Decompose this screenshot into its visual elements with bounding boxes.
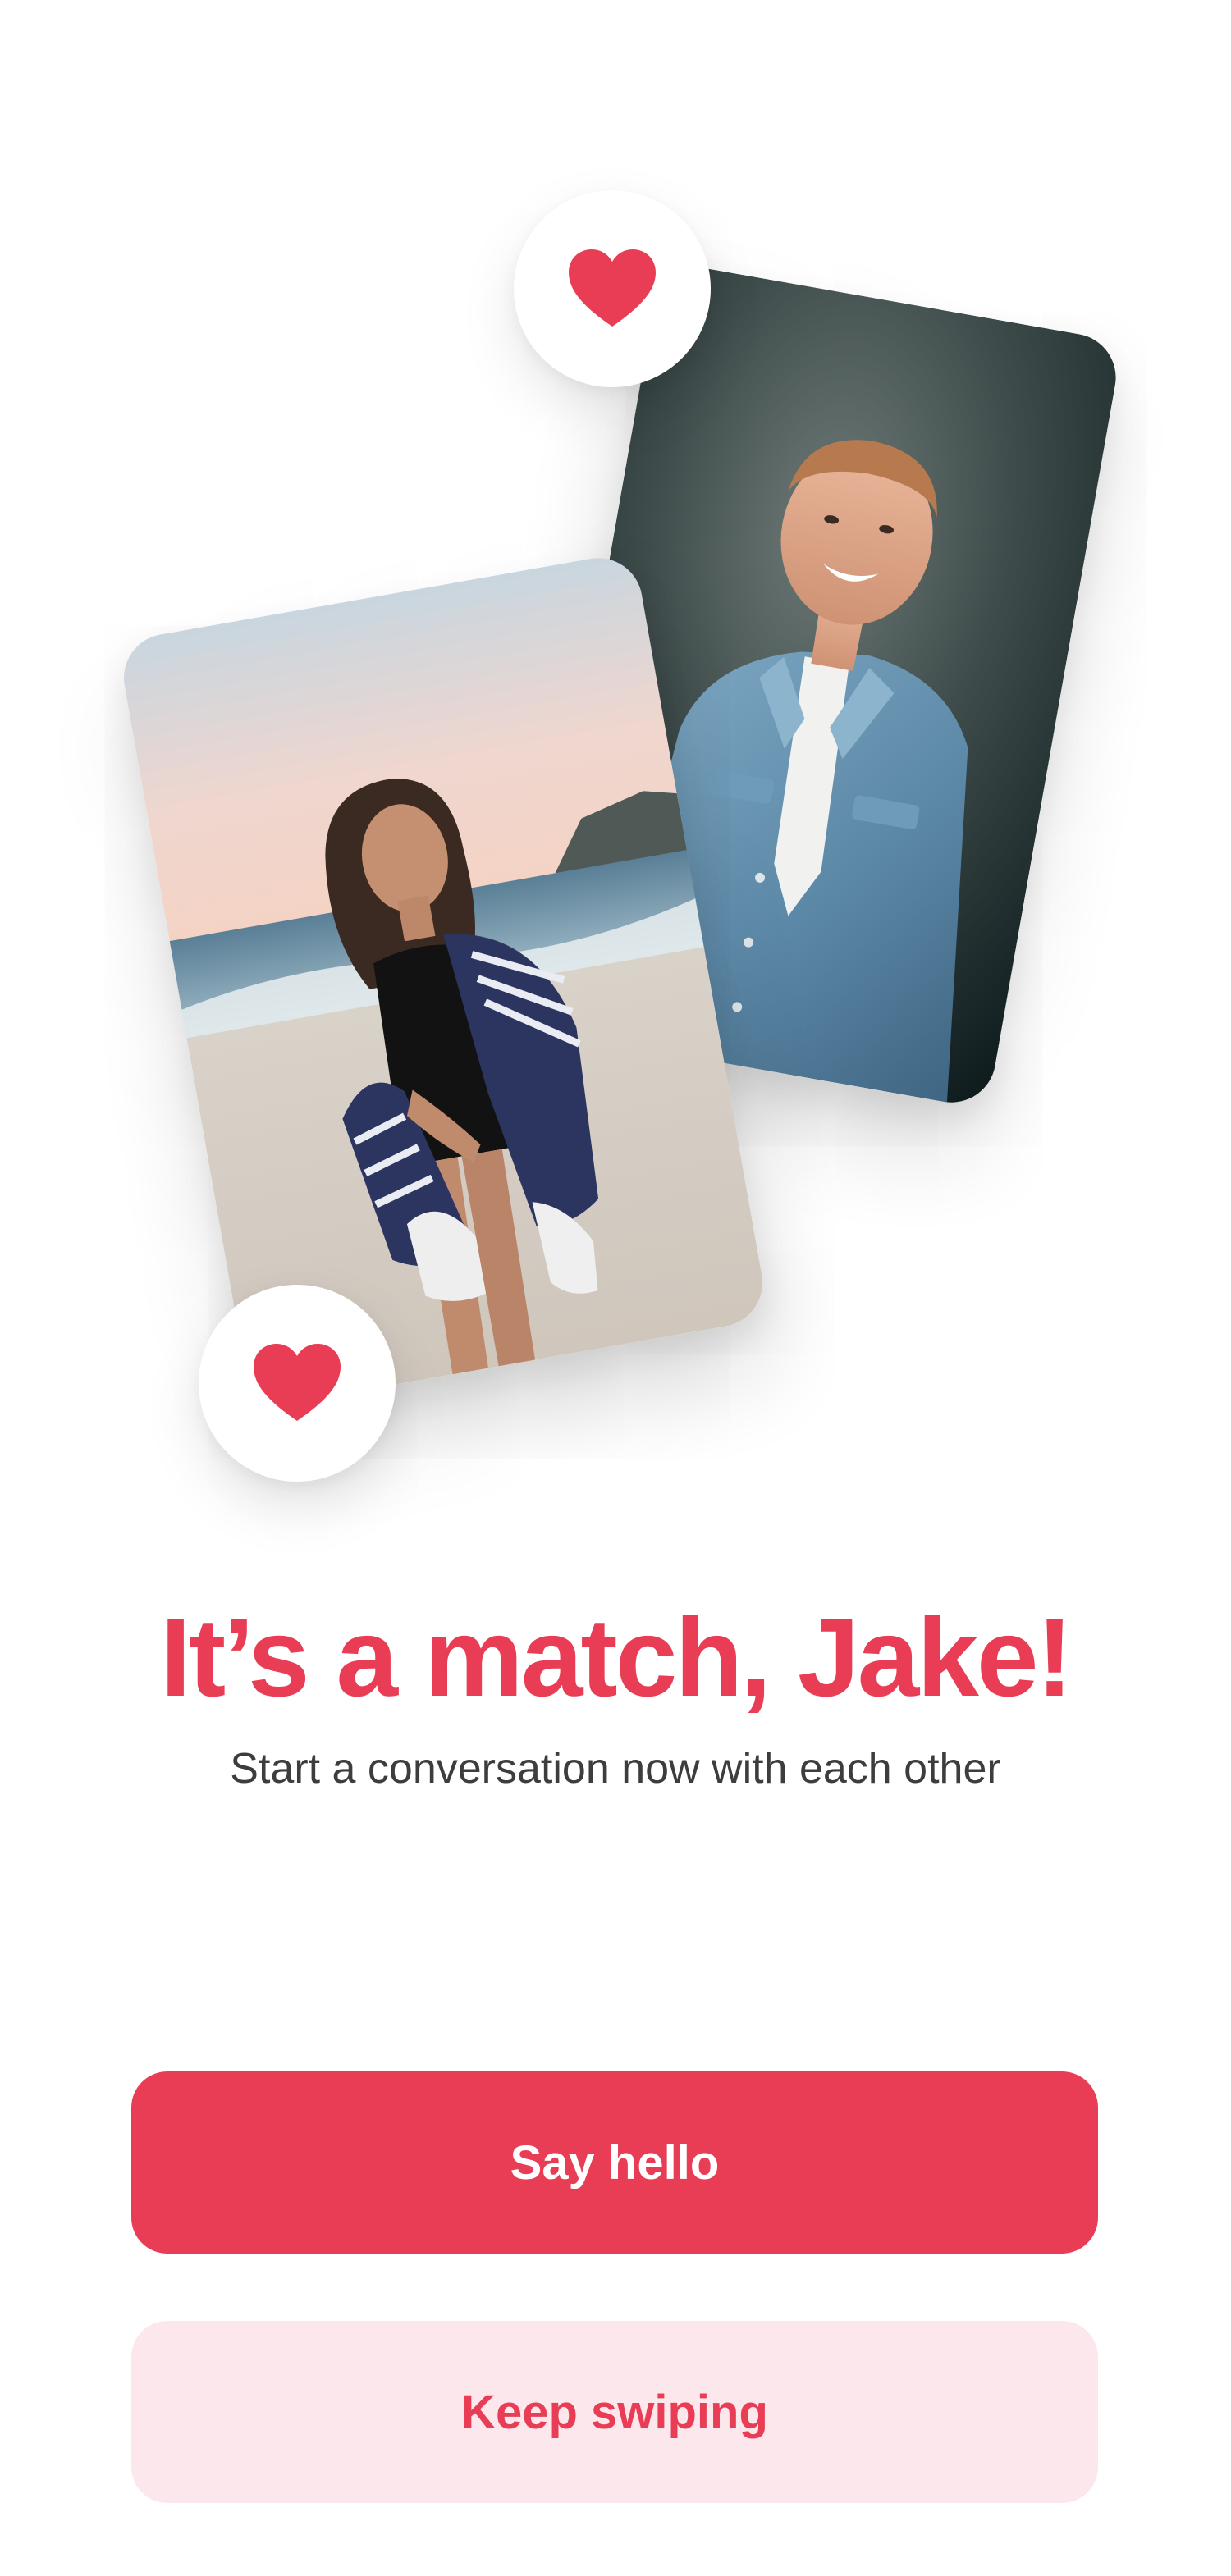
match-subtitle: Start a conversation now with each other [230,1745,1001,1793]
keep-swiping-button-label: Keep swiping [461,2385,768,2439]
match-screen: It’s a match, Jake! Start a conversation… [0,0,1231,2576]
keep-swiping-button[interactable]: Keep swiping [131,2321,1098,2503]
match-title: It’s a match, Jake! [160,1595,1073,1720]
match-heart-badge-bottom [199,1285,396,1482]
match-heart-badge-top [514,190,711,387]
say-hello-button-label: Say hello [510,2135,720,2190]
heart-icon [254,1344,341,1421]
heart-icon [569,249,656,327]
say-hello-button[interactable]: Say hello [131,2071,1098,2254]
